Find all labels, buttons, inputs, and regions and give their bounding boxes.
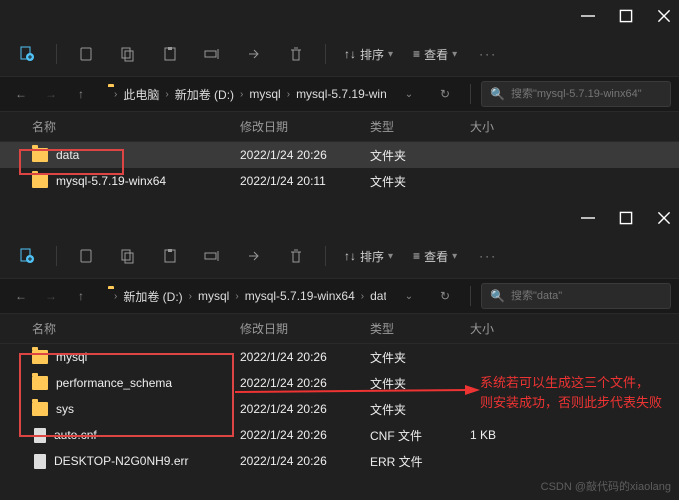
dropdown-icon[interactable]: ⌄ (394, 79, 424, 109)
explorer-window-1: ↑↓排序▾ ≡查看▾ ··· ← → ↑ › 此电脑› 新加卷 (D:)› my… (0, 0, 679, 202)
folder-icon (32, 174, 48, 188)
col-name[interactable]: 名称 (20, 118, 240, 135)
address-bar: ← → ↑ › 此电脑› 新加卷 (D:)› mysql› mysql-5.7.… (0, 76, 679, 112)
dropdown-icon[interactable]: ⌄ (394, 281, 424, 311)
folder-icon (32, 148, 48, 162)
search-icon: 🔍 (490, 87, 505, 101)
explorer-window-2: ↑↓排序▾ ≡查看▾ ··· ← → ↑ › 新加卷 (D:)› mysql› … (0, 202, 679, 500)
more-button[interactable]: ··· (471, 249, 505, 263)
back-button[interactable]: ← (6, 79, 36, 109)
search-icon: 🔍 (490, 289, 505, 303)
up-button[interactable]: ↑ (66, 79, 96, 109)
close-button[interactable] (657, 211, 671, 225)
view-dropdown[interactable]: ≡查看▾ (407, 38, 463, 70)
forward-button[interactable]: → (36, 281, 66, 311)
new-item-button[interactable] (10, 240, 44, 272)
delete-button[interactable] (279, 38, 313, 70)
watermark: CSDN @敲代码的xiaolang (541, 478, 671, 494)
maximize-button[interactable] (619, 9, 633, 23)
col-date[interactable]: 修改日期 (240, 320, 370, 337)
search-input[interactable]: 🔍 (481, 283, 671, 309)
table-row[interactable]: mysql 2022/1/24 20:26文件夹 (0, 344, 679, 370)
toolbar: ↑↓排序▾ ≡查看▾ ··· (0, 32, 679, 76)
share-button[interactable] (237, 240, 271, 272)
sort-dropdown[interactable]: ↑↓排序▾ (338, 240, 399, 272)
cut-button[interactable] (69, 240, 103, 272)
folder-icon (32, 402, 48, 416)
table-row[interactable]: data 2022/1/24 20:26 文件夹 (0, 142, 679, 168)
breadcrumb[interactable]: › 新加卷 (D:)› mysql› mysql-5.7.19-winx64› … (102, 283, 386, 309)
view-dropdown[interactable]: ≡查看▾ (407, 240, 463, 272)
folder-icon (32, 376, 48, 390)
more-button[interactable]: ··· (471, 47, 505, 61)
paste-button[interactable] (153, 38, 187, 70)
address-bar: ← → ↑ › 新加卷 (D:)› mysql› mysql-5.7.19-wi… (0, 278, 679, 314)
titlebar (0, 202, 679, 234)
copy-button[interactable] (111, 38, 145, 70)
annotation-text: 系统若可以生成这三个文件，则安装成功，否则此步代表失败 (480, 373, 662, 412)
minimize-button[interactable] (581, 9, 595, 23)
col-size[interactable]: 大小 (470, 320, 560, 337)
back-button[interactable]: ← (6, 281, 36, 311)
refresh-button[interactable]: ↻ (430, 79, 460, 109)
col-name[interactable]: 名称 (20, 320, 240, 337)
forward-button[interactable]: → (36, 79, 66, 109)
col-type[interactable]: 类型 (370, 118, 470, 135)
maximize-button[interactable] (619, 211, 633, 225)
share-button[interactable] (237, 38, 271, 70)
paste-button[interactable] (153, 240, 187, 272)
refresh-button[interactable]: ↻ (430, 281, 460, 311)
col-type[interactable]: 类型 (370, 320, 470, 337)
sort-dropdown[interactable]: ↑↓排序▾ (338, 38, 399, 70)
minimize-button[interactable] (581, 211, 595, 225)
column-headers: 名称 修改日期 类型 大小 (0, 314, 679, 344)
delete-button[interactable] (279, 240, 313, 272)
table-row[interactable]: DESKTOP-N2G0NH9.err 2022/1/24 20:26ERR 文… (0, 448, 679, 474)
col-size[interactable]: 大小 (470, 118, 560, 135)
rename-button[interactable] (195, 38, 229, 70)
search-input[interactable]: 🔍 (481, 81, 671, 107)
file-icon (34, 428, 46, 443)
close-button[interactable] (657, 9, 671, 23)
up-button[interactable]: ↑ (66, 281, 96, 311)
toolbar: ↑↓排序▾ ≡查看▾ ··· (0, 234, 679, 278)
rename-button[interactable] (195, 240, 229, 272)
folder-icon (32, 350, 48, 364)
breadcrumb[interactable]: › 此电脑› 新加卷 (D:)› mysql› mysql-5.7.19-win… (102, 81, 386, 107)
cut-button[interactable] (69, 38, 103, 70)
new-item-button[interactable] (10, 38, 44, 70)
file-icon (34, 454, 46, 469)
titlebar (0, 0, 679, 32)
col-date[interactable]: 修改日期 (240, 118, 370, 135)
table-row[interactable]: auto.cnf 2022/1/24 20:26CNF 文件1 KB (0, 422, 679, 448)
table-row[interactable]: mysql-5.7.19-winx64 2022/1/24 20:11 文件夹 (0, 168, 679, 194)
copy-button[interactable] (111, 240, 145, 272)
column-headers: 名称 修改日期 类型 大小 (0, 112, 679, 142)
